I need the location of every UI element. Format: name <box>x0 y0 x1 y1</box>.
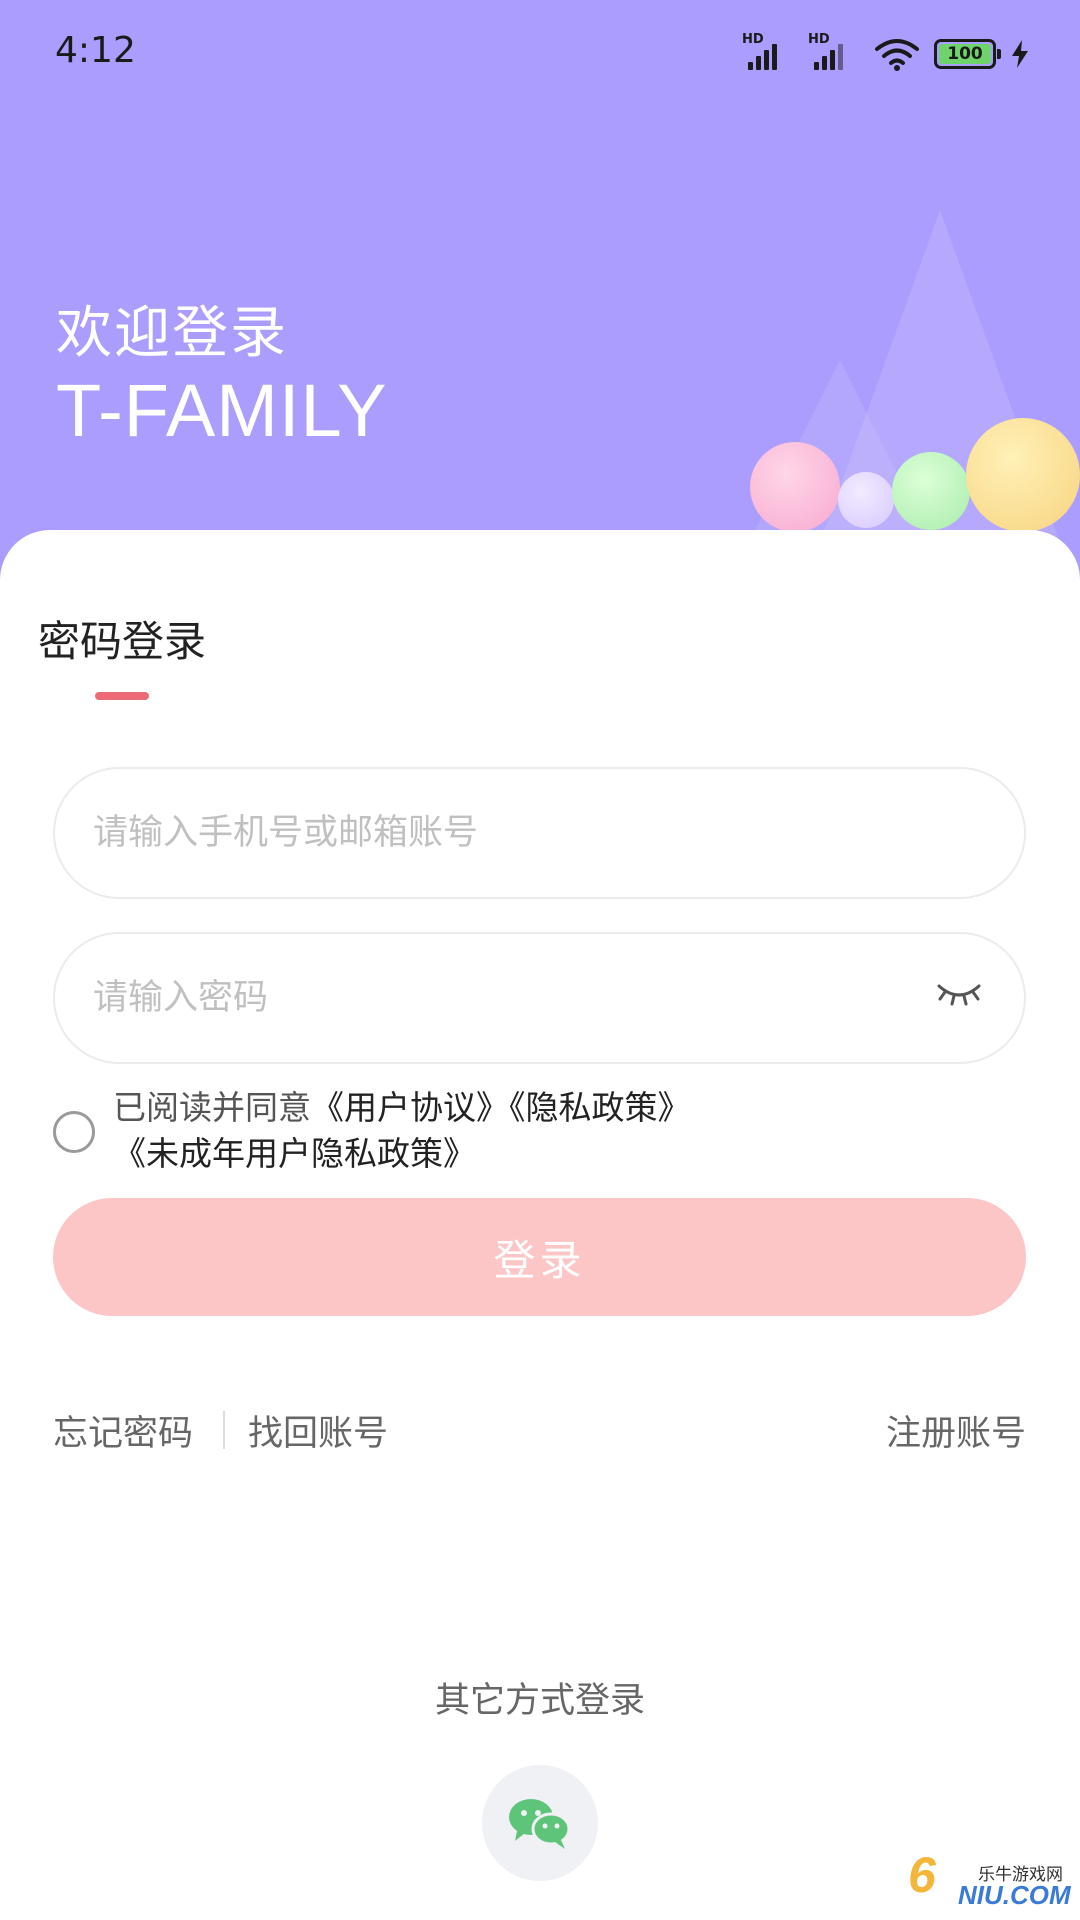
decorative-ball <box>892 452 970 530</box>
agreement-prefix: 已阅读并同意 <box>113 1088 311 1127</box>
signal-icon: HD <box>808 32 860 72</box>
register-link[interactable]: 注册账号 <box>886 1405 1026 1456</box>
status-time: 4:12 <box>55 30 136 71</box>
site-watermark: 6 乐牛游戏网 NIU.COM <box>908 1840 1071 1910</box>
tab-active-indicator <box>95 692 149 700</box>
forgot-password-link[interactable]: 忘记密码 <box>53 1405 193 1456</box>
account-input[interactable] <box>93 813 1024 853</box>
wifi-icon <box>875 39 919 71</box>
privacy-policy-link[interactable]: 《隐私政策》 <box>509 1088 691 1127</box>
agreement-text: 已阅读并同意《用户协议》《隐私政策》《未成年用户隐私政策》 <box>113 1085 1023 1177</box>
user-agreement-link[interactable]: 《用户协议》 <box>311 1088 509 1127</box>
brand-title: T-FAMILY <box>56 369 388 452</box>
watermark-domain: NIU.COM <box>958 1880 1071 1910</box>
eye-closed-icon[interactable] <box>936 978 982 1008</box>
wechat-icon <box>509 1799 571 1849</box>
wechat-login-button[interactable] <box>482 1765 598 1881</box>
header-banner: 4:12 HD HD 100 欢迎登录 T-FAMILY <box>0 0 1080 600</box>
login-button[interactable]: 登录 <box>53 1198 1026 1316</box>
decorative-ball <box>750 442 840 532</box>
password-field[interactable] <box>53 932 1026 1064</box>
account-links: 忘记密码 找回账号 注册账号 <box>53 1405 1026 1455</box>
decorative-ball <box>966 418 1080 532</box>
minor-privacy-policy-link[interactable]: 《未成年用户隐私政策》 <box>113 1134 476 1173</box>
other-login-label: 其它方式登录 <box>434 1681 645 1721</box>
battery-level: 100 <box>939 44 991 64</box>
watermark-digit: 6 <box>908 1847 936 1903</box>
battery-icon: 100 <box>934 39 1001 69</box>
link-divider <box>223 1411 225 1449</box>
password-input[interactable] <box>93 978 1024 1018</box>
account-field[interactable] <box>53 767 1026 899</box>
recover-account-link[interactable]: 找回账号 <box>248 1405 388 1456</box>
charging-icon <box>1012 40 1028 68</box>
signal-icon: HD <box>742 32 794 72</box>
agreement-checkbox[interactable] <box>53 1111 95 1153</box>
tab-password-login[interactable]: 密码登录 <box>38 608 206 669</box>
status-icons: HD HD 100 <box>742 32 1030 74</box>
decorative-ball <box>838 472 894 528</box>
welcome-heading: 欢迎登录 <box>56 301 288 366</box>
status-bar: 4:12 HD HD 100 <box>0 0 1080 110</box>
